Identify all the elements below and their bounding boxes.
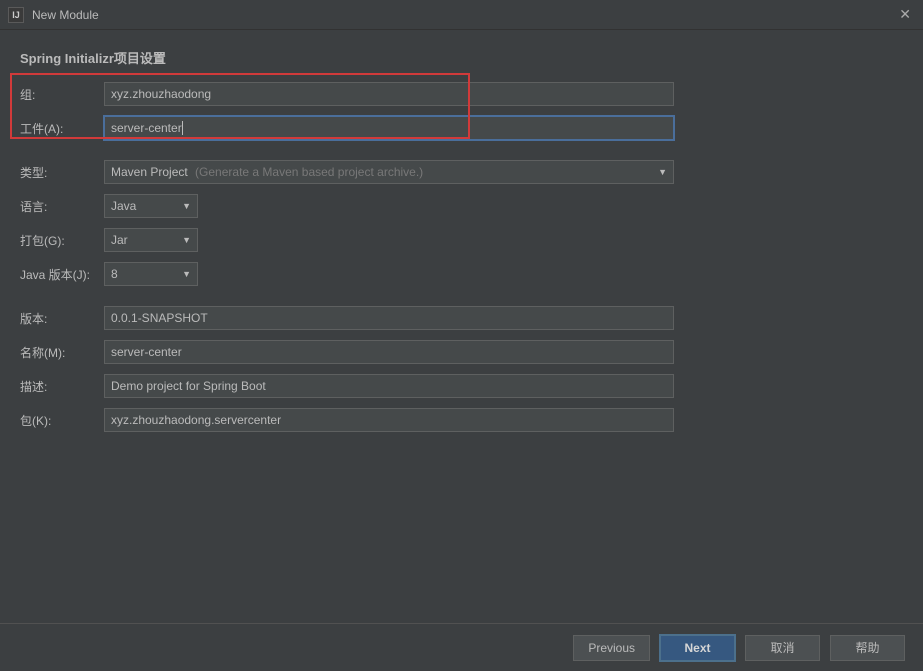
previous-button[interactable]: Previous [573, 635, 650, 661]
type-select[interactable]: Maven Project (Generate a Maven based pr… [104, 160, 674, 184]
name-input[interactable] [104, 340, 674, 364]
chevron-down-icon: ▼ [658, 167, 667, 177]
package-label: 包(K): [20, 412, 104, 429]
text-caret [182, 121, 183, 135]
chevron-down-icon: ▼ [182, 269, 191, 279]
chevron-down-icon: ▼ [182, 201, 191, 211]
description-label: 描述: [20, 378, 104, 395]
dialog-footer: Previous Next 取消 帮助 [0, 623, 923, 671]
close-icon[interactable]: ✕ [899, 6, 911, 23]
page-title: Spring Initializr项目设置 [20, 48, 903, 67]
chevron-down-icon: ▼ [182, 235, 191, 245]
version-label: 版本: [20, 310, 104, 327]
artifact-label: 工件(A): [20, 120, 104, 137]
next-button[interactable]: Next [660, 635, 735, 661]
packaging-select[interactable]: Jar ▼ [104, 228, 198, 252]
language-value: Java [111, 199, 136, 213]
type-hint: (Generate a Maven based project archive.… [195, 165, 423, 179]
packaging-label: 打包(G): [20, 232, 104, 249]
artifact-value: server-center [111, 121, 182, 135]
package-input[interactable] [104, 408, 674, 432]
description-input[interactable] [104, 374, 674, 398]
type-value: Maven Project [111, 165, 188, 179]
window-title: New Module [32, 8, 99, 22]
group-label: 组: [20, 86, 104, 103]
java-version-select[interactable]: 8 ▼ [104, 262, 198, 286]
artifact-input[interactable]: server-center [104, 116, 674, 140]
java-version-label: Java 版本(J): [20, 266, 104, 283]
help-button[interactable]: 帮助 [830, 635, 905, 661]
name-label: 名称(M): [20, 344, 104, 361]
titlebar: IJ New Module ✕ [0, 0, 923, 30]
intellij-icon: IJ [8, 7, 24, 23]
language-label: 语言: [20, 198, 104, 215]
version-input[interactable] [104, 306, 674, 330]
language-select[interactable]: Java ▼ [104, 194, 198, 218]
cancel-button[interactable]: 取消 [745, 635, 820, 661]
group-input[interactable] [104, 82, 674, 106]
type-label: 类型: [20, 164, 104, 181]
packaging-value: Jar [111, 233, 128, 247]
java-version-value: 8 [111, 267, 118, 281]
